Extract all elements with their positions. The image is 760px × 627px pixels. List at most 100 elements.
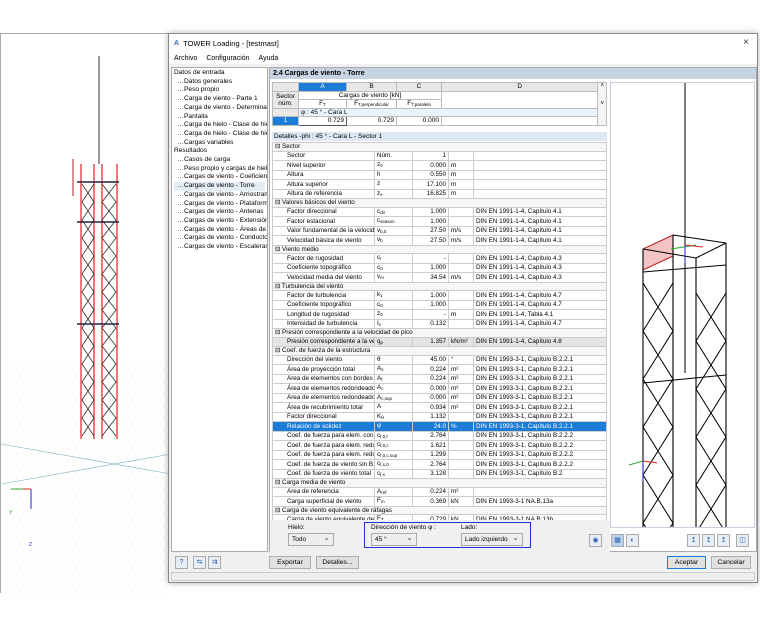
col-d-header[interactable]: D bbox=[442, 83, 598, 92]
export-button[interactable]: Exportar bbox=[269, 556, 311, 569]
menu-archivo[interactable]: Archivo bbox=[174, 55, 197, 62]
render-mode-icon[interactable]: ▦ bbox=[611, 534, 624, 547]
tower-3d-preview[interactable] bbox=[610, 82, 755, 528]
tree-group-results[interactable]: Resultados bbox=[174, 147, 265, 156]
collapse-icon[interactable]: ⊟ bbox=[275, 199, 282, 206]
cancel-button[interactable]: Cancelar bbox=[711, 556, 751, 569]
table-row[interactable]: Valor fundamental de la velocidadvb,027.… bbox=[273, 226, 607, 236]
table-row[interactable]: 1 0.729 0.729 0.000 bbox=[273, 117, 607, 126]
table-row[interactable]: Coef. de fuerza para elem. redondcf,0,c1… bbox=[273, 441, 607, 451]
eye-icon[interactable]: ◉ bbox=[589, 534, 602, 547]
table-row[interactable]: Área de elementos con bordesAf0.224m²DIN… bbox=[273, 374, 607, 384]
table-row[interactable]: Carga superficial de vientoFm0.369kNDIN … bbox=[273, 497, 607, 507]
view-z-icon[interactable]: ↥ bbox=[717, 534, 730, 547]
group-row[interactable]: ⊟ Presión correspondiente a la velocidad… bbox=[273, 329, 607, 338]
tree-item[interactable]: Datos generales bbox=[174, 78, 265, 87]
group-row[interactable]: ⊟ Carga media de viento bbox=[273, 479, 607, 488]
table-row[interactable]: Velocidad media del vientovm34.54m/sDIN … bbox=[273, 273, 607, 283]
table-row[interactable]: Factor de rugosidadcr-DIN EN 1991-1-4, C… bbox=[273, 254, 607, 264]
table-row[interactable]: SectorNúm.1 bbox=[273, 151, 607, 161]
group-row[interactable]: ⊟ Turbulencia del viento bbox=[273, 282, 607, 291]
table-row[interactable]: Coeficiente topográficoc01.000DIN EN 199… bbox=[273, 263, 607, 273]
group-row[interactable]: ⊟ Coef. de fuerza de la estructura bbox=[273, 347, 607, 356]
table-row[interactable]: Altura de referenciazs16.825m bbox=[273, 189, 607, 199]
ft-value[interactable]: 0.729 bbox=[299, 117, 347, 126]
tree-item[interactable]: Casos de carga bbox=[174, 156, 265, 165]
col-c-header[interactable]: C bbox=[397, 83, 442, 92]
table-row[interactable]: Área de referenciaAref0.224m² bbox=[273, 487, 607, 497]
table-row[interactable]: Velocidad básica de vientovb27.50m/sDIN … bbox=[273, 236, 607, 246]
view-y-icon[interactable]: ↥ bbox=[702, 534, 715, 547]
collapse-icon[interactable]: ⊟ bbox=[275, 246, 282, 253]
collapse-icon[interactable]: ⊟ bbox=[275, 143, 282, 150]
ice-select[interactable]: Todo bbox=[288, 533, 334, 546]
table-row[interactable]: Altura superiorz17.100m bbox=[273, 180, 607, 190]
table-row[interactable]: Área de elementos redondeados cAc0.000m²… bbox=[273, 384, 607, 394]
table-row[interactable]: Coef. de fuerza para elem. redondcf,0,c,… bbox=[273, 450, 607, 460]
table-row[interactable]: Área de elementos redondeados cAc,sup0.0… bbox=[273, 393, 607, 403]
d-value[interactable] bbox=[442, 117, 598, 126]
tree-item[interactable]: Peso propio bbox=[174, 86, 265, 95]
tree-item[interactable]: Pantalla bbox=[174, 113, 265, 122]
group-row[interactable]: ⊟ Carga de viento equivalente de ráfagas bbox=[273, 506, 607, 515]
view-iso-icon[interactable]: ◫ bbox=[736, 534, 749, 547]
table-scrollbar[interactable]: ˄˅ bbox=[598, 83, 607, 126]
table-row[interactable]: Área de proyección totalAs0.224m²DIN EN … bbox=[273, 365, 607, 375]
table-row[interactable]: Dirección del vientoθ45.00°DIN EN 1993-3… bbox=[273, 355, 607, 365]
table-row[interactable]: Presión correspondiente a la velocqp1.35… bbox=[273, 337, 607, 347]
tree-item[interactable]: Cargas de viento - Conductos c bbox=[174, 234, 265, 243]
table-row[interactable]: Nivel superiorz00.000m bbox=[273, 161, 607, 171]
col-b-header[interactable]: B bbox=[347, 83, 397, 92]
tree-item[interactable]: Cargas de viento - Arriostramie bbox=[174, 191, 265, 200]
accept-button[interactable]: Aceptar bbox=[667, 556, 706, 569]
table-row[interactable]: Factor estacionalcseason1.000DIN EN 1991… bbox=[273, 217, 607, 227]
wind-direction-select[interactable]: 45 ° bbox=[371, 533, 417, 546]
tree-item[interactable]: Cargas de viento - Escaleras bbox=[174, 243, 265, 252]
details-button[interactable]: Detalles... bbox=[316, 556, 359, 569]
table-row[interactable]: Coef. de fuerza para elem. con bocf,0,f2… bbox=[273, 431, 607, 441]
tree-item[interactable]: Cargas de viento - Antenas bbox=[174, 208, 265, 217]
background-3d-view[interactable]: Y Z bbox=[0, 33, 170, 593]
col-a-header[interactable]: A bbox=[299, 83, 347, 92]
tree-item[interactable]: Cargas de viento - Coeficiente bbox=[174, 173, 265, 182]
table-row[interactable]: Coef. de fuerza de viento sin B.2.2cf,s,… bbox=[273, 460, 607, 470]
side-select[interactable]: Lado izquierdo bbox=[461, 533, 523, 546]
tree-item[interactable]: Carga de viento - Parte 1 bbox=[174, 95, 265, 104]
tree-group-input[interactable]: Datos de entrada bbox=[174, 69, 265, 78]
menu-configuracion[interactable]: Configuración bbox=[206, 55, 249, 62]
menu-ayuda[interactable]: Ayuda bbox=[259, 55, 279, 62]
table-row[interactable]: Factor de turbulenciak11.000DIN EN 1991-… bbox=[273, 291, 607, 301]
table-row[interactable]: Área de recubrimiento totalA0.934m²DIN E… bbox=[273, 403, 607, 413]
results-table[interactable]: A B C D ˄˅ Sector núm. Cargas de viento … bbox=[272, 82, 607, 126]
tree-item[interactable]: Carga de hielo - Clase de hielo bbox=[174, 121, 265, 130]
ft-par-value[interactable]: 0.000 bbox=[397, 117, 442, 126]
view-rotate-icon[interactable]: ◐ bbox=[626, 534, 639, 547]
collapse-icon[interactable]: ⊟ bbox=[275, 347, 282, 354]
table-row[interactable]: Alturah0.550m bbox=[273, 170, 607, 180]
tree-item[interactable]: Carga de viento - Determinació bbox=[174, 104, 265, 113]
tree-item[interactable]: Cargas variables bbox=[174, 139, 265, 148]
close-icon[interactable]: × bbox=[743, 37, 749, 48]
table-row[interactable]: Intensidad de turbulenciaIv0.132DIN EN 1… bbox=[273, 319, 607, 329]
group-row[interactable]: ⊟ Valores básicos del viento bbox=[273, 199, 607, 208]
table-row[interactable]: Relación de solidezφ24.0%DIN EN 1993-3-1… bbox=[273, 422, 607, 432]
tree-item[interactable]: Cargas de viento - Áreas de re bbox=[174, 226, 265, 235]
collapse-icon[interactable]: ⊟ bbox=[275, 283, 282, 290]
tree-item[interactable]: Cargas de viento - Torre bbox=[174, 182, 265, 191]
collapse-icon[interactable]: ⊟ bbox=[275, 479, 282, 486]
group-row[interactable]: ⊟ Sector bbox=[273, 143, 607, 152]
tree-item[interactable]: Cargas de viento - Extensión t bbox=[174, 217, 265, 226]
table-row[interactable]: Factor direccionalcdir1.000DIN EN 1991-1… bbox=[273, 207, 607, 217]
group-row[interactable]: ⊟ Viento medio bbox=[273, 245, 607, 254]
export-data-icon[interactable]: ⇉ bbox=[208, 556, 221, 569]
view-x-icon[interactable]: ↥ bbox=[687, 534, 700, 547]
details-table[interactable]: ⊟ SectorSectorNúm.1Nivel superiorz00.000… bbox=[272, 142, 607, 552]
table-row[interactable]: Coeficiente topográficoc01.000DIN EN 199… bbox=[273, 300, 607, 310]
help-icon[interactable]: ? bbox=[175, 556, 188, 569]
collapse-icon[interactable]: ⊟ bbox=[275, 329, 282, 336]
tree-item[interactable]: Peso propio y cargas de hielo bbox=[174, 165, 265, 174]
tree-item[interactable]: Carga de hielo - Clase de hielo bbox=[174, 130, 265, 139]
sector-number[interactable]: 1 bbox=[273, 117, 299, 126]
table-row[interactable]: Longitud de rugosidadz0-mDIN EN 1991-1-4… bbox=[273, 310, 607, 320]
table-row[interactable]: Coef. de fuerza de viento totalcf,s3.128… bbox=[273, 469, 607, 479]
